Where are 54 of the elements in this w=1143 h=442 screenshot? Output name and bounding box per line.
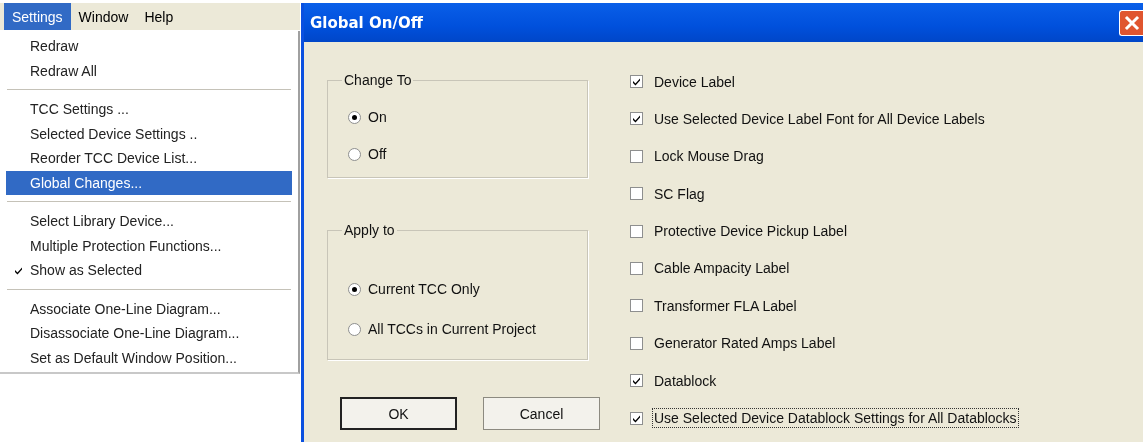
check-icon [632, 77, 641, 86]
checkbox-label[interactable]: Use Selected Device Datablock Settings for All Datablocks [653, 409, 1018, 427]
checkbox[interactable] [630, 336, 643, 350]
close-icon [1123, 14, 1140, 31]
checkbox[interactable] [630, 187, 643, 201]
checkbox-label[interactable]: Lock Mouse Drag [653, 147, 765, 166]
menu-bar-item[interactable]: Window [70, 3, 137, 30]
check-icon [632, 413, 641, 423]
menu-item[interactable]: TCC Settings ... [6, 97, 292, 122]
checkbox-label[interactable]: Cable Ampacity Label [653, 259, 791, 278]
checkbox-label[interactable]: Protective Device Pickup Label [653, 222, 848, 241]
checkbox[interactable] [630, 224, 643, 238]
check-icon [632, 114, 641, 124]
dialog-button[interactable]: OK [340, 397, 457, 430]
checkbox-label[interactable]: Datablock [653, 371, 718, 390]
close-button[interactable] [1119, 9, 1143, 36]
radio-button[interactable] [348, 110, 361, 124]
group-label: Apply to [343, 222, 396, 238]
menu-item[interactable]: Select Library Device... [6, 209, 292, 234]
checkbox-label[interactable]: SC Flag [653, 184, 706, 203]
radio-button[interactable] [348, 322, 361, 336]
checkbox[interactable] [630, 374, 643, 388]
checkbox[interactable] [630, 112, 643, 126]
radio-option[interactable]: Current TCC Only [348, 278, 587, 300]
checkbox-label[interactable]: Generator Rated Amps Label [653, 334, 837, 353]
checkbox[interactable] [630, 149, 643, 163]
menu-bar-item[interactable]: Settings [4, 3, 71, 30]
window-title: Global On/Off [309, 13, 423, 32]
menu-item[interactable]: Reorder TCC Device List... [6, 146, 292, 171]
checkbox-label[interactable]: Use Selected Device Label Font for All Device Labels [653, 109, 986, 128]
menu-item[interactable]: Associate One-Line Diagram... [6, 296, 292, 321]
radio-option[interactable]: All TCCs in Current Project [348, 318, 587, 340]
checkbox[interactable] [630, 299, 643, 313]
dialog-button[interactable]: Cancel [483, 397, 600, 430]
checkbox-label[interactable]: Device Label [653, 72, 736, 91]
menu-item[interactable]: Global Changes... [6, 170, 292, 195]
group-label: Change To [343, 72, 413, 88]
menu-item[interactable]: Multiple Protection Functions... [6, 233, 292, 258]
radio-button[interactable] [348, 147, 361, 161]
menu-item[interactable]: Set as Default Window Position... [6, 345, 292, 370]
checkbox-label[interactable]: Transformer FLA Label [653, 296, 798, 315]
check-icon [632, 376, 641, 386]
radio-option[interactable]: Off [348, 143, 587, 165]
checkbox[interactable] [630, 411, 643, 425]
menu-bar-item[interactable]: Help [136, 3, 182, 30]
checkbox[interactable] [630, 75, 643, 88]
menu-item[interactable]: Redraw All [6, 58, 292, 83]
menu-item[interactable]: Disassociate One-Line Diagram... [6, 321, 292, 346]
checkbox[interactable] [630, 261, 643, 275]
menu-item[interactable]: Redraw [6, 34, 292, 59]
menu-item[interactable]: Show as Selected [6, 258, 292, 283]
radio-button[interactable] [348, 282, 361, 296]
radio-option[interactable]: On [348, 106, 587, 128]
menu-item[interactable]: Selected Device Settings .. [6, 121, 292, 146]
